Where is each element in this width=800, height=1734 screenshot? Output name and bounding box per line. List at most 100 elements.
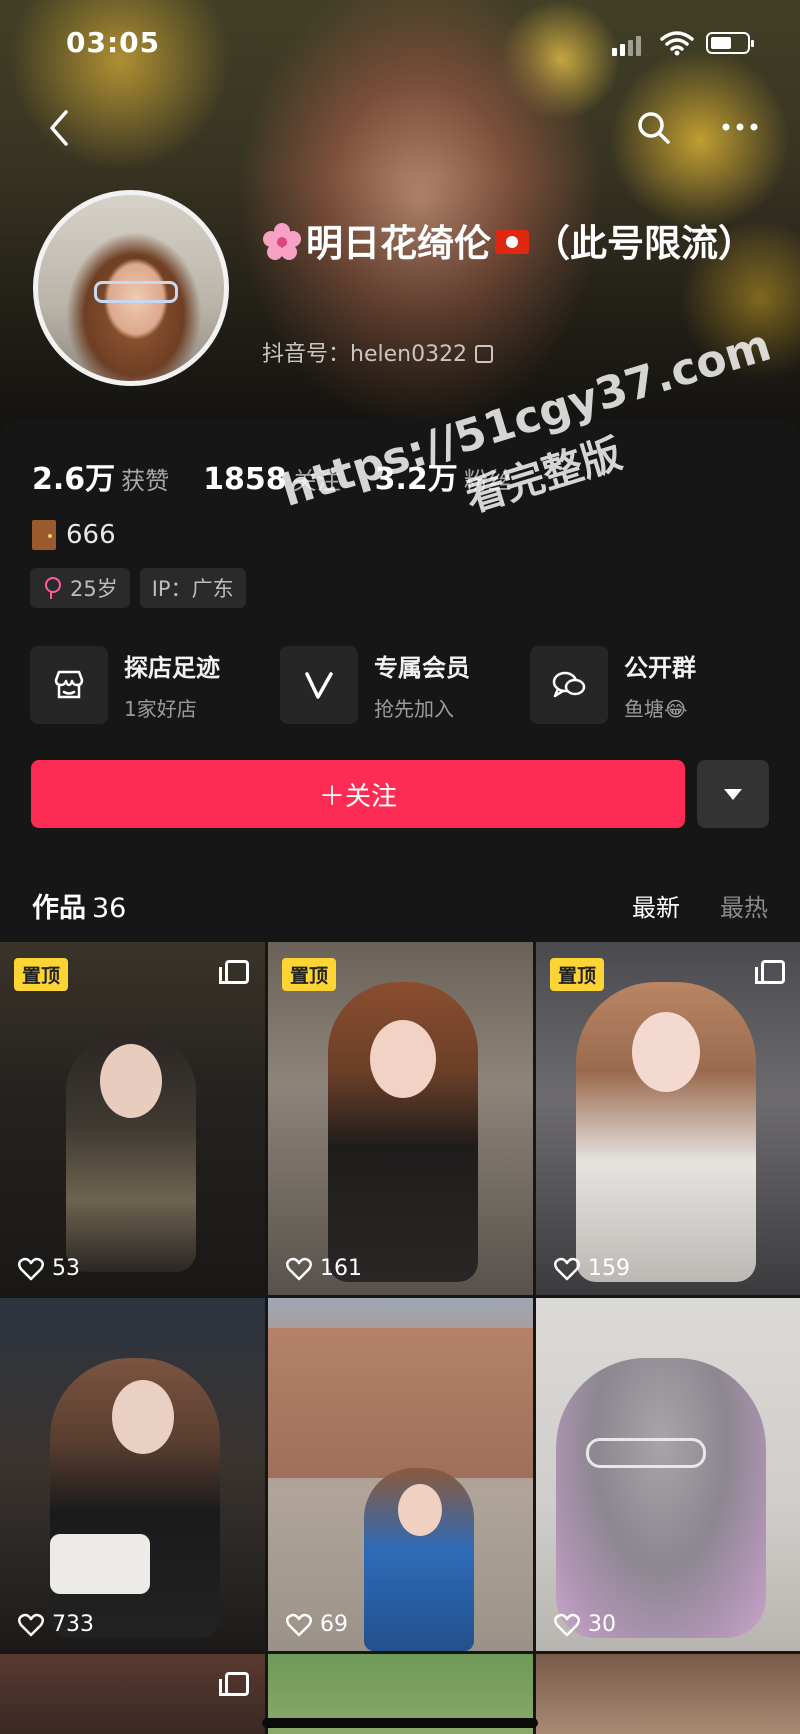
works-count: 36 [92,893,127,924]
status-time: 03:05 [66,26,161,59]
follow-dropdown-button[interactable] [697,760,769,828]
work-tile-6[interactable]: 30 [536,1298,800,1651]
stat-following-label: 关注 [292,467,341,495]
profile-name-suffix: （此号限流） [533,222,755,265]
sort-latest[interactable]: 最新 [632,888,680,923]
work-likes-count: 161 [320,1256,362,1281]
work-tile-2[interactable]: 置顶 161 [268,942,533,1295]
work-tile-5[interactable]: 69 [268,1298,533,1651]
work-likes-count: 69 [320,1612,348,1637]
feature-membership[interactable]: 专属会员 抢先加入 [280,642,530,728]
work-likes: 733 [18,1612,94,1637]
v-badge-icon [280,646,358,724]
feature-public-group[interactable]: 公开群 鱼塘😂 [530,642,780,728]
feature-entries: 探店足迹 1家好店 专属会员 抢先加入 公开群 鱼塘😂 [30,642,780,728]
pin-badge: 置顶 [550,958,605,991]
work-thumb-cat-glasses [586,1438,706,1468]
heart-icon [18,1613,44,1636]
feature-public-group-title: 公开群 [624,654,696,682]
work-thumb-building [268,1328,533,1478]
age-tag: 25岁 [30,568,130,608]
profile-tags: 25岁 IP：广东 [30,568,256,608]
work-tile-3[interactable]: 置顶 159 [536,942,800,1295]
age-tag-text: 25岁 [70,577,118,601]
sort-hot[interactable]: 最热 [720,888,768,923]
work-tile-9[interactable] [536,1654,800,1734]
heart-icon [286,1257,312,1280]
work-tile-7[interactable] [0,1654,265,1734]
feature-public-group-sub: 鱼塘😂 [624,697,688,721]
work-likes: 30 [554,1612,616,1637]
bio: 666 [32,520,116,550]
multi-image-icon [219,960,249,984]
cherry-blossom-icon [263,223,301,260]
stat-likes-label: 获赞 [121,467,170,495]
heart-icon [286,1613,312,1636]
female-icon [42,577,61,599]
stat-following-value: 1858 [203,462,287,497]
feature-store-visits-title: 探店足迹 [124,654,220,682]
stat-likes[interactable]: 2.6万 获赞 [32,454,169,498]
search-icon[interactable] [636,110,672,146]
more-options-icon[interactable] [718,112,762,142]
work-tile-1[interactable]: 置顶 53 [0,942,265,1295]
avatar-glasses [94,281,178,303]
status-bar: 03:05 [0,0,800,90]
store-icon [30,646,108,724]
feature-store-visits-sub: 1家好店 [124,697,197,721]
account-id-text: 抖音号：helen0322 [262,342,468,367]
stat-following[interactable]: 1858 关注 [203,461,341,497]
heart-icon [18,1257,44,1280]
work-thumb-face [632,1012,700,1092]
work-likes-count: 733 [52,1612,94,1637]
profile-name-text: 明日花绮伦 [306,222,491,265]
feature-store-visits[interactable]: 探店足迹 1家好店 [30,642,280,728]
chat-icon [530,646,608,724]
multi-image-icon [219,1672,249,1696]
chevron-down-icon [724,788,742,800]
stat-followers-value: 3.2万 [374,462,458,497]
home-indicator [262,1718,538,1728]
heart-icon [554,1613,580,1636]
work-thumb-cake [50,1534,150,1594]
work-likes: 53 [18,1256,80,1281]
profile-panel: 2.6万 获赞 1858 关注 3.2万 粉丝 666 25岁 IP：广东 探店… [0,420,800,1734]
works-tab[interactable]: 作品 36 [32,886,126,925]
stat-followers[interactable]: 3.2万 粉丝 [375,454,512,498]
work-thumb-face [100,1044,162,1118]
feature-membership-title: 专属会员 [374,654,470,682]
heart-icon [554,1257,580,1280]
work-thumb-face [370,1020,436,1098]
work-likes: 159 [554,1256,630,1281]
account-id: 抖音号：helen0322 [262,336,494,368]
multi-image-icon [755,960,785,984]
bio-text: 666 [66,520,116,550]
work-likes-count: 159 [588,1256,630,1281]
stat-likes-value: 2.6万 [32,462,116,497]
work-thumb-cat [556,1358,766,1638]
work-likes: 69 [286,1612,348,1637]
pin-badge: 置顶 [282,958,337,991]
works-label: 作品 [32,893,86,924]
battery-icon [706,32,754,54]
avatar[interactable] [33,190,229,386]
work-likes-count: 30 [588,1612,616,1637]
work-thumb-face [112,1380,174,1454]
ip-tag: IP：广东 [139,568,246,608]
feature-membership-sub: 抢先加入 [374,697,454,721]
profile-name: 明日花绮伦 （此号限流） [262,220,782,268]
ip-tag-text: IP：广东 [151,577,234,601]
copy-icon[interactable] [475,345,494,363]
stats-row: 2.6万 获赞 1858 关注 3.2万 粉丝 [32,454,546,498]
work-likes: 161 [286,1256,362,1281]
wifi-icon [660,31,694,56]
hong-kong-flag-icon [495,230,529,254]
pin-badge: 置顶 [14,958,69,991]
work-thumb-face [398,1484,442,1536]
work-likes-count: 53 [52,1256,80,1281]
follow-button[interactable]: ＋关注 [31,760,685,828]
signal-icon [612,36,642,56]
work-tile-4[interactable]: 733 [0,1298,265,1651]
stat-followers-label: 粉丝 [463,467,512,495]
back-icon[interactable] [42,108,78,148]
